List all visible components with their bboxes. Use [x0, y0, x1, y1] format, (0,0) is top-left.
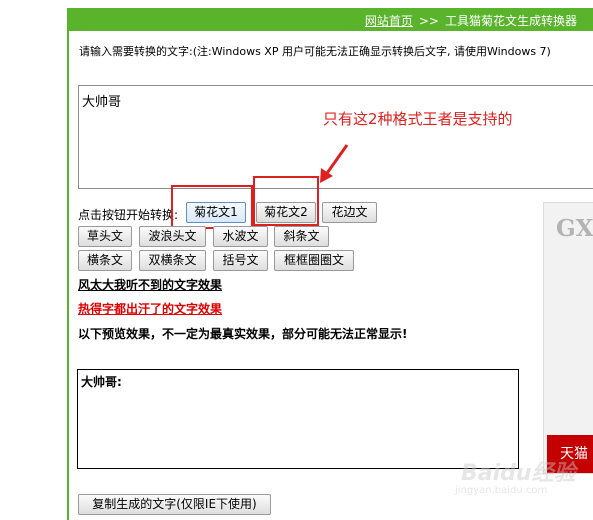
annotation-text: 只有这2种格式王者是支持的 [323, 110, 513, 128]
ad-banner[interactable]: GX 天猫 [543, 202, 593, 474]
breadcrumb-current: 工具猫菊花文生成转换器 [444, 14, 577, 28]
water-wave-button[interactable]: 水波文 [213, 226, 268, 247]
slash-button[interactable]: 斜条文 [274, 226, 329, 247]
horizontal-line-button[interactable]: 横条文 [78, 250, 132, 271]
lace-button[interactable]: 花边文 [322, 202, 377, 223]
preview-notice: 以下预览效果，不一定为最真实效果，部分可能无法正常显示! [78, 327, 408, 341]
home-link[interactable]: 网站首页 [365, 14, 413, 28]
sweat-effect-link[interactable]: 热得字都出汗了的文字效果 [78, 300, 222, 317]
preview-output[interactable]: 大帅哥: [77, 369, 519, 469]
breadcrumb-separator: >> [418, 14, 439, 28]
watermark-url: jingyan.baidu.com [455, 485, 548, 496]
chrysanthemum-2-button[interactable]: 菊花文2 [256, 202, 316, 223]
bracket-button[interactable]: 括号文 [213, 250, 268, 271]
double-line-button[interactable]: 双横条文 [139, 250, 206, 271]
copy-button[interactable]: 复制生成的文字(仅限IE下使用) [78, 494, 271, 515]
chrysanthemum-1-button[interactable]: 菊花文1 [186, 202, 246, 223]
unheard-effect-link[interactable]: 风太大我听不到的文字效果 [78, 276, 222, 293]
header-bar: 网站首页 >> 工具猫菊花文生成转换器 [69, 8, 593, 31]
box-circle-button[interactable]: 框框圈圈文 [274, 250, 354, 271]
tmall-badge[interactable]: 天猫 [547, 435, 593, 473]
left-border [67, 8, 69, 520]
grass-head-button[interactable]: 草头文 [78, 226, 132, 247]
start-label: 点击按钮开始转换: [78, 208, 179, 222]
text-input[interactable]: 大帅哥 [78, 85, 593, 189]
wave-head-button[interactable]: 波浪头文 [139, 226, 206, 247]
breadcrumb: 网站首页 >> 工具猫菊花文生成转换器 [365, 12, 577, 29]
ad-logo: GX [556, 215, 593, 242]
instruction-text: 请输入需要转换的文字:(注:Windows XP 用户可能无法正确显示转换后文字… [79, 45, 551, 58]
